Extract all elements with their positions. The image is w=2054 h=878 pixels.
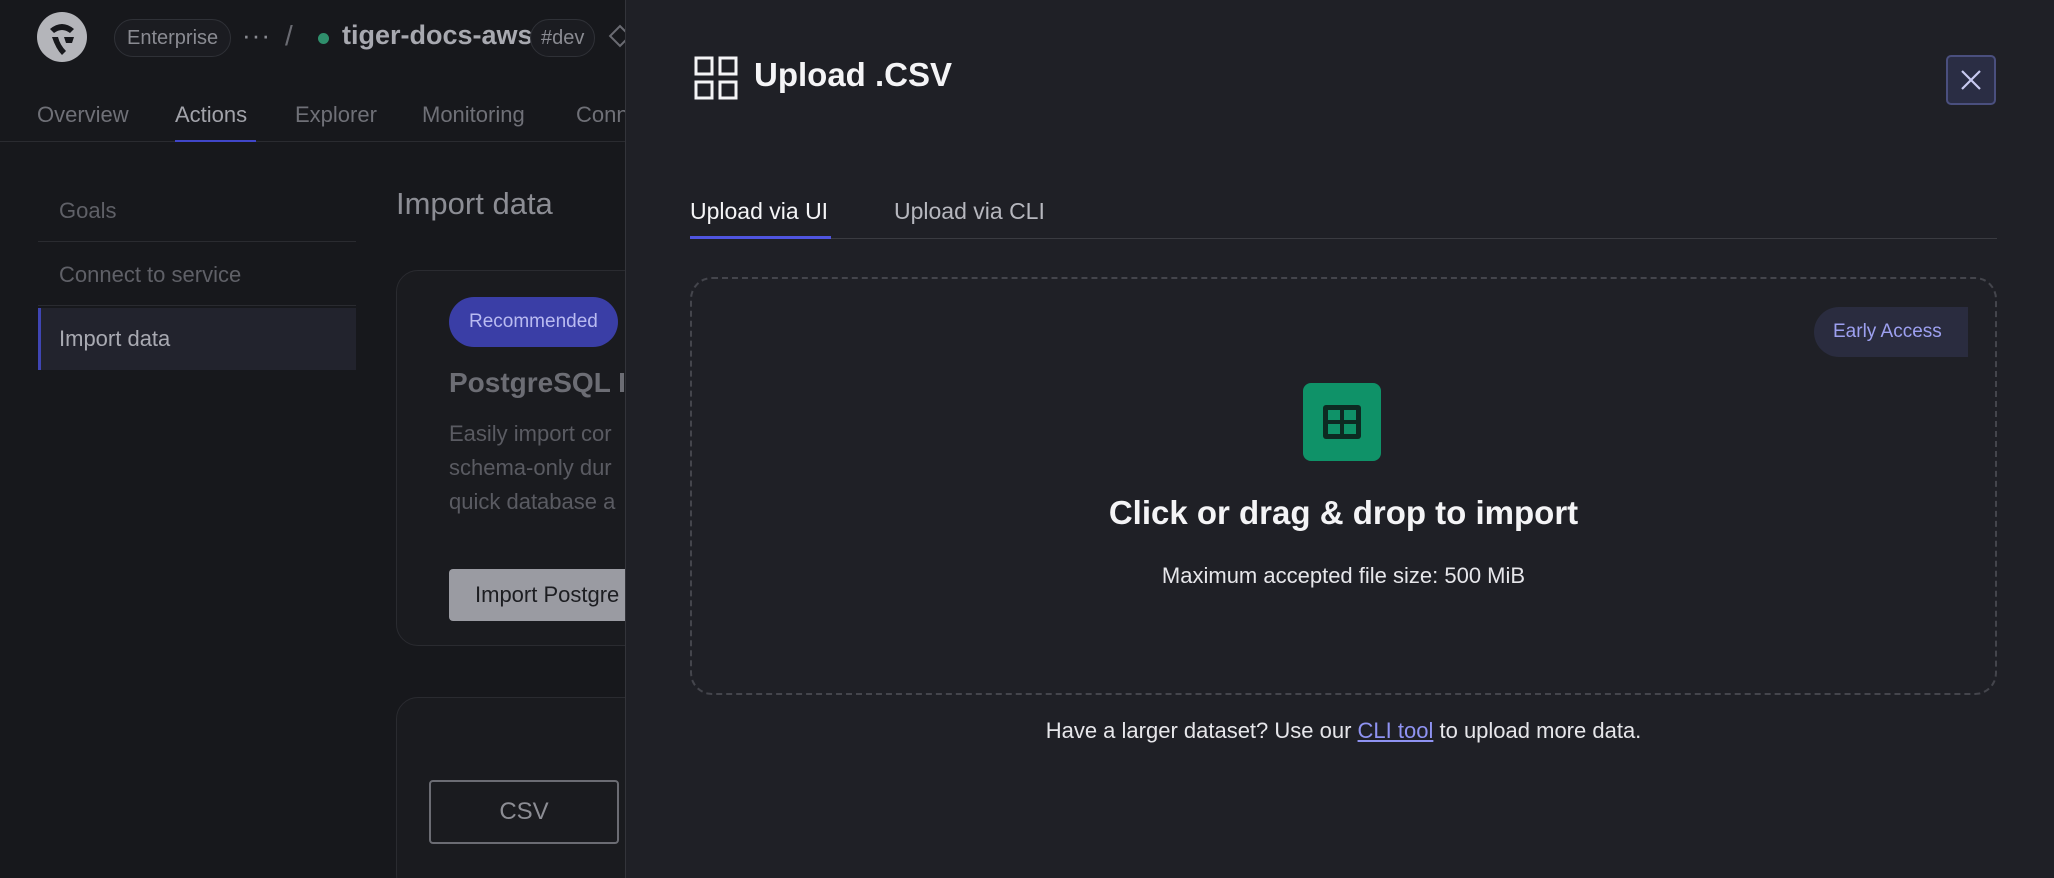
tiger-logo-icon[interactable] (36, 11, 88, 63)
sidebar-item-label: Connect to service (59, 262, 242, 287)
page-title: Import data (396, 186, 553, 221)
breadcrumb-separator: / (285, 20, 293, 51)
close-icon (1961, 70, 1981, 90)
sidebar-item-label: Goals (59, 198, 117, 223)
upload-tabs: Upload via UI Upload via CLI (690, 184, 1997, 239)
upload-csv-panel: Upload .CSV Upload via UI Upload via CLI… (625, 0, 2054, 878)
card-title: PostgreSQL I (449, 367, 626, 398)
footer-text-after: to upload more data. (1433, 718, 1642, 743)
org-label: Enterprise (127, 26, 219, 49)
tab-monitoring[interactable]: Monitoring (422, 102, 525, 128)
status-dot-icon (318, 33, 329, 44)
csv-button[interactable]: CSV (429, 780, 619, 844)
close-button[interactable] (1946, 55, 1996, 105)
env-tag-label: #dev (541, 26, 585, 49)
footer-text-before: Have a larger dataset? Use our (1045, 718, 1358, 743)
early-access-badge: Early Access (1814, 307, 1968, 357)
footer-note: Have a larger dataset? Use our CLI tool … (690, 718, 1997, 744)
grid-icon (694, 56, 738, 100)
active-tab-indicator (690, 236, 831, 239)
tab-actions[interactable]: Actions (175, 102, 247, 128)
more-icon[interactable]: ··· (242, 20, 271, 51)
sidebar-item-label: Import data (59, 326, 171, 351)
import-postgres-button[interactable]: Import Postgre (449, 569, 646, 621)
tab-upload-ui[interactable]: Upload via UI (690, 198, 828, 225)
tab-overview[interactable]: Overview (37, 102, 129, 128)
tab-upload-cli[interactable]: Upload via CLI (894, 198, 1045, 225)
active-tab-indicator (175, 140, 256, 142)
cli-tool-link[interactable]: CLI tool (1358, 718, 1434, 743)
sidebar-item-connect[interactable]: Connect to service (38, 244, 356, 306)
dropzone[interactable]: Early Access Click or drag & drop to imp… (690, 277, 1997, 695)
recommended-badge: Recommended (449, 297, 618, 347)
table-icon (1303, 383, 1381, 461)
service-name[interactable]: tiger-docs-aws (342, 20, 533, 51)
env-tag: #dev (530, 19, 596, 57)
tab-connect[interactable]: Conn (576, 102, 629, 128)
dropzone-subtitle: Maximum accepted file size: 500 MiB (1161, 563, 1526, 588)
sidebar-item-goals[interactable]: Goals (38, 180, 356, 242)
panel-title: Upload .CSV (754, 56, 953, 93)
dropzone-title: Click or drag & drop to import (1108, 494, 1579, 531)
org-pill[interactable]: Enterprise (114, 19, 232, 57)
tab-explorer[interactable]: Explorer (295, 102, 377, 128)
sidebar-item-import-data[interactable]: Import data (38, 308, 356, 370)
